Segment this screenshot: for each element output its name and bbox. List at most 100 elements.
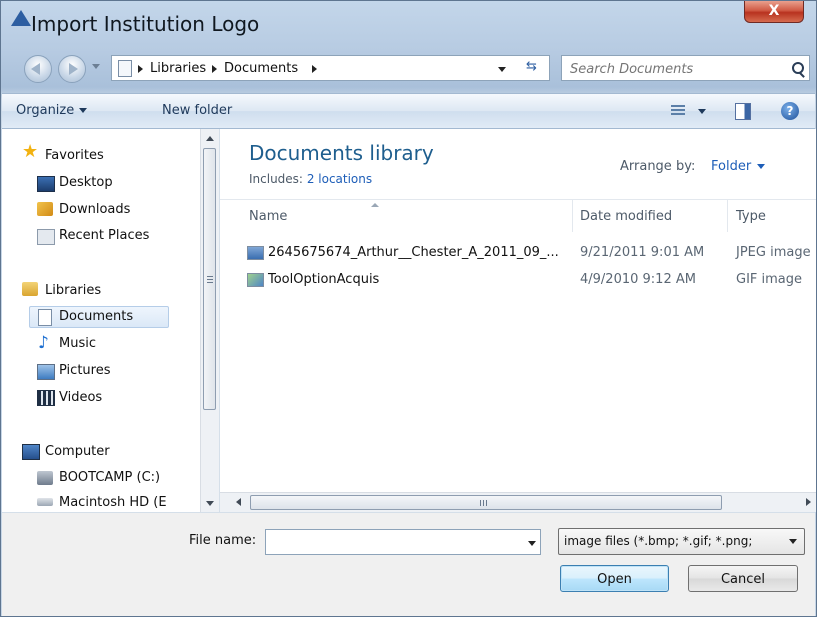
window-title: Import Institution Logo [31, 12, 260, 36]
file-row[interactable]: 2645675674_Arthur__Chester_A_2011_09_...… [247, 242, 815, 264]
library-title: Documents library [249, 141, 434, 165]
nav-computer[interactable]: Computer [45, 444, 110, 459]
help-icon[interactable]: ? [781, 102, 799, 120]
breadcrumb-arrow-icon[interactable] [212, 65, 217, 73]
import-logo-dialog: Import Institution Logo X Libraries Docu… [0, 0, 817, 617]
breadcrumb-documents[interactable]: Documents [224, 61, 298, 76]
breadcrumb-arrow-icon[interactable] [312, 65, 317, 73]
search-box[interactable] [561, 55, 810, 81]
nav-downloads[interactable]: Downloads [59, 202, 130, 217]
recent-places-icon [37, 229, 55, 245]
forward-button[interactable] [58, 55, 86, 83]
arrange-by-dropdown[interactable]: Folder [711, 159, 766, 174]
navigation-pane: ★ Favorites Desktop Downloads Recent Pla… [2, 129, 220, 512]
pictures-icon [37, 364, 55, 380]
chevron-down-icon [789, 539, 797, 544]
app-icon [11, 10, 31, 26]
scroll-down-icon[interactable] [206, 501, 214, 506]
address-bar[interactable]: Libraries Documents [111, 55, 550, 81]
documents-icon [38, 309, 52, 326]
file-date: 9/21/2011 9:01 AM [580, 245, 705, 260]
grip-icon [480, 500, 489, 506]
libraries-icon [22, 282, 38, 296]
nav-bootcamp-drive[interactable]: BOOTCAMP (C:) [59, 470, 160, 485]
downloads-icon [37, 202, 53, 216]
folder-icon [118, 60, 132, 77]
close-button[interactable]: X [744, 1, 804, 23]
arrange-by-value: Folder [711, 159, 752, 174]
column-header-name[interactable]: Name [249, 209, 287, 224]
file-name-dropdown-icon[interactable] [528, 541, 536, 546]
cancel-button[interactable]: Cancel [688, 565, 798, 592]
videos-icon [37, 390, 55, 406]
search-input[interactable] [568, 59, 782, 79]
file-name-input[interactable] [270, 533, 514, 553]
jpeg-image-icon [247, 246, 264, 260]
back-button[interactable] [24, 55, 52, 83]
breadcrumb-arrow-icon[interactable] [138, 65, 143, 73]
nav-documents[interactable]: Documents [59, 309, 133, 324]
file-type-filter-value: image files (*.bmp; *.gif; *.png; [564, 534, 753, 548]
file-name-panel: File name: image files (*.bmp; *.gif; *.… [2, 512, 815, 616]
file-row[interactable]: ToolOptionAcquis 4/9/2010 9:12 AM GIF im… [247, 269, 815, 291]
forward-arrow-icon [69, 63, 78, 75]
includes-label: Includes: [249, 172, 303, 186]
horizontal-scroll-thumb[interactable] [250, 495, 722, 510]
computer-icon [22, 444, 40, 460]
file-name-combobox[interactable] [265, 529, 541, 555]
nav-libraries[interactable]: Libraries [45, 283, 101, 298]
back-arrow-icon [31, 63, 40, 75]
column-divider[interactable] [572, 200, 573, 232]
file-type: JPEG image [736, 245, 811, 260]
column-header-row: Name Date modified Type [220, 199, 816, 232]
view-options-dropdown-icon[interactable] [698, 109, 706, 114]
scroll-left-icon[interactable] [236, 498, 241, 506]
nav-macintosh-drive[interactable]: Macintosh HD (E [59, 495, 167, 510]
file-name: ToolOptionAcquis [268, 272, 380, 287]
file-list-horizontal-scrollbar[interactable] [220, 492, 816, 512]
column-divider[interactable] [727, 200, 728, 232]
new-folder-button[interactable]: New folder [162, 103, 232, 118]
nav-recent-places[interactable]: Recent Places [59, 228, 149, 243]
organize-button[interactable]: Organize [16, 103, 88, 118]
column-header-date[interactable]: Date modified [580, 209, 672, 224]
preview-pane-icon[interactable] [735, 103, 751, 120]
change-view-icon[interactable] [671, 105, 685, 116]
title-bar: Import Institution Logo X [1, 1, 816, 47]
sort-ascending-icon [371, 203, 379, 207]
file-type: GIF image [736, 272, 803, 287]
arrange-by-label: Arrange by: [620, 159, 696, 174]
favorites-star-icon: ★ [22, 141, 39, 162]
library-includes: Includes: 2 locations [249, 172, 372, 186]
vertical-scroll-thumb[interactable] [203, 148, 216, 410]
breadcrumb-libraries[interactable]: Libraries [150, 61, 206, 76]
address-dropdown-icon[interactable] [498, 67, 506, 72]
music-icon: ♪ [38, 333, 49, 353]
grip-icon [207, 276, 213, 283]
organize-label: Organize [16, 103, 75, 118]
nav-vertical-scrollbar[interactable] [200, 129, 219, 512]
nav-videos[interactable]: Videos [59, 390, 102, 405]
nav-favorites[interactable]: Favorites [45, 148, 104, 163]
scroll-right-icon[interactable] [806, 498, 811, 506]
file-type-filter-select[interactable]: image files (*.bmp; *.gif; *.png; [558, 528, 805, 555]
file-name-label: File name: [189, 533, 257, 548]
search-icon[interactable] [792, 62, 804, 74]
chevron-down-icon [757, 164, 766, 169]
nav-desktop[interactable]: Desktop [59, 175, 113, 190]
includes-locations-link[interactable]: 2 locations [307, 172, 372, 186]
scroll-up-icon[interactable] [206, 136, 214, 141]
open-button[interactable]: Open [560, 565, 669, 592]
column-header-type[interactable]: Type [736, 209, 766, 224]
command-toolbar: Organize New folder ? [2, 93, 815, 129]
recent-pages-dropdown-icon[interactable] [92, 64, 100, 69]
refresh-icon[interactable]: ⇆ [526, 59, 537, 74]
drive-icon [37, 471, 53, 485]
drive-icon [37, 498, 53, 506]
desktop-icon [37, 176, 55, 192]
nav-music[interactable]: Music [59, 336, 96, 351]
gif-image-icon [247, 273, 264, 287]
nav-pictures[interactable]: Pictures [59, 363, 110, 378]
file-date: 4/9/2010 9:12 AM [580, 272, 696, 287]
chevron-down-icon [79, 108, 88, 113]
